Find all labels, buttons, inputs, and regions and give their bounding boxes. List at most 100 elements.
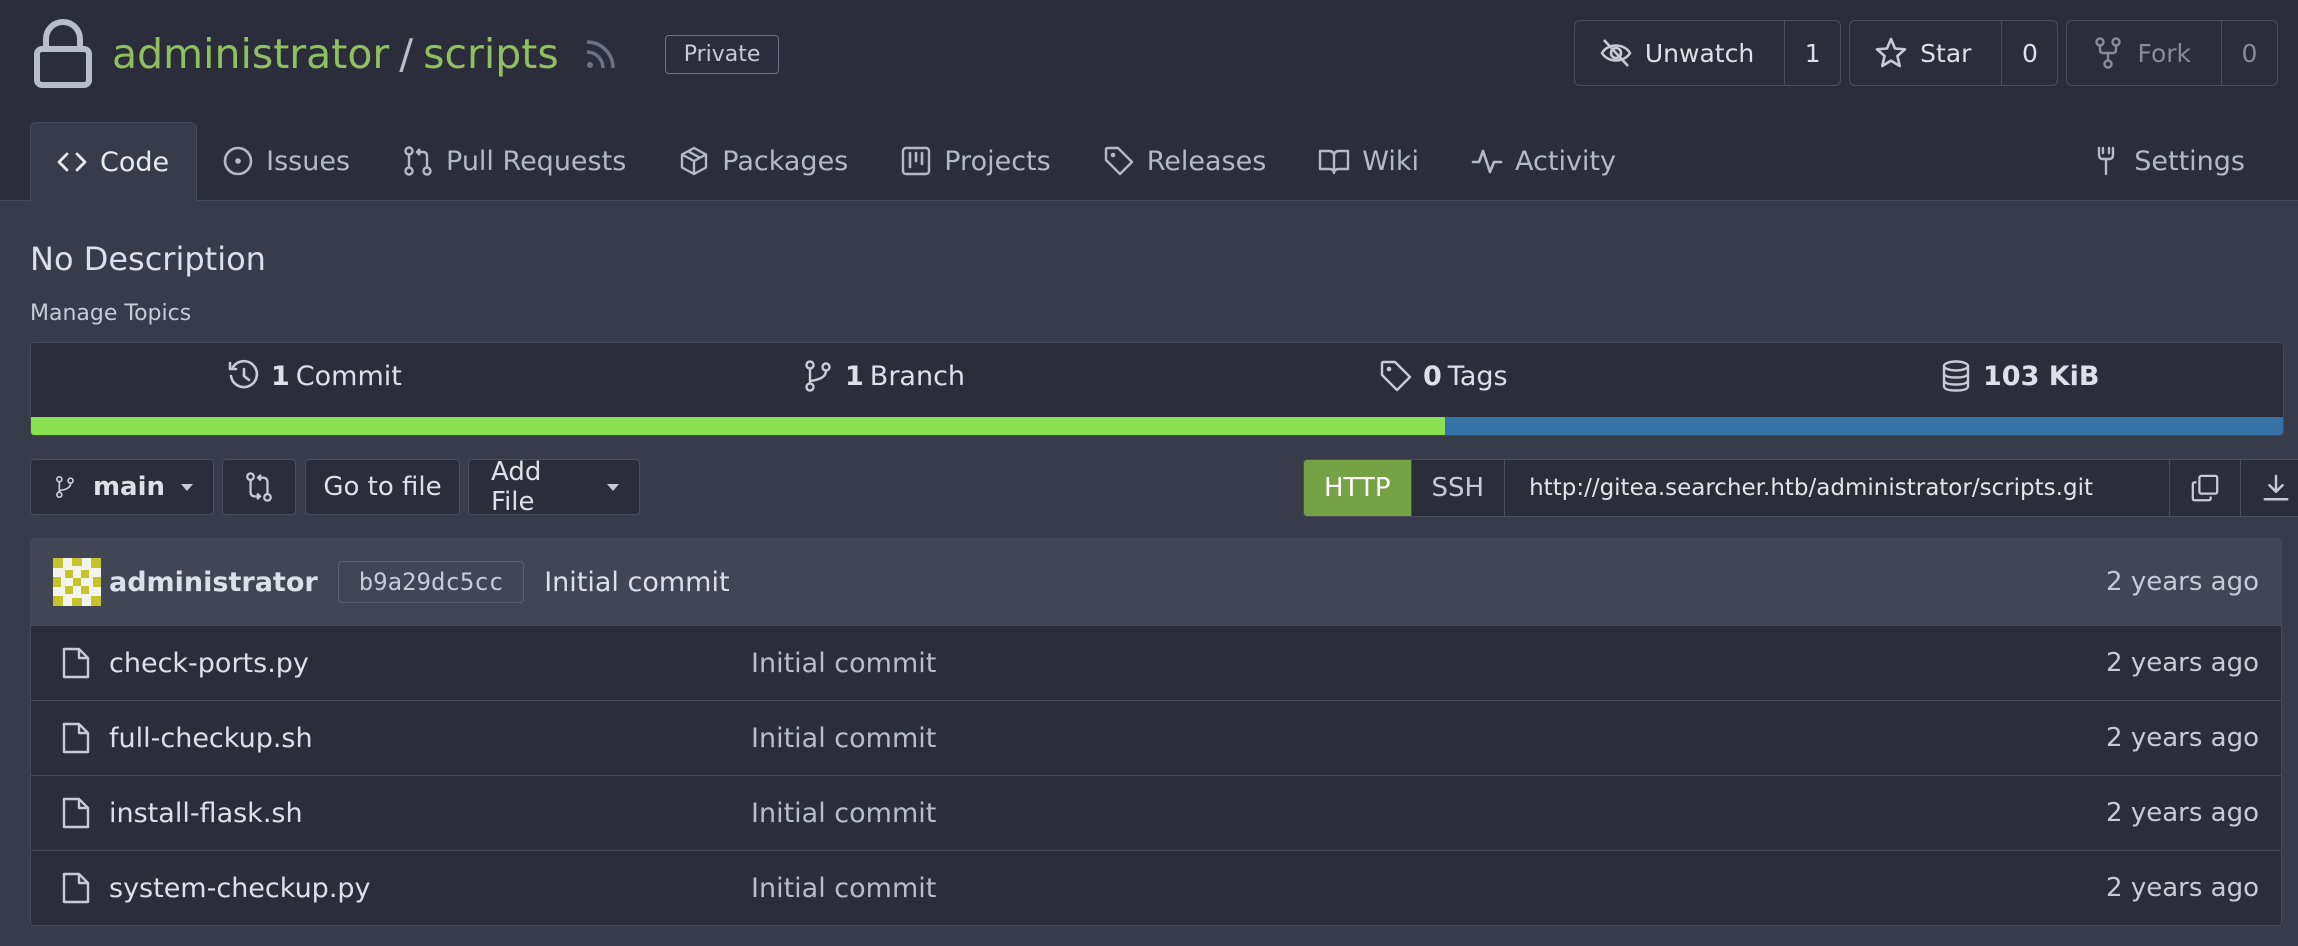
download-button[interactable] — [2240, 460, 2298, 516]
repo-name-link[interactable]: scripts — [423, 30, 559, 78]
code-icon — [57, 152, 87, 172]
file-icon — [62, 797, 90, 829]
add-file-button[interactable]: Add File — [468, 457, 640, 517]
tab-packages[interactable]: Packages — [653, 122, 875, 200]
table-row: check-ports.py Initial commit 2 years ag… — [31, 625, 2281, 700]
branches-count: 1 — [845, 360, 864, 392]
lock-icon — [34, 19, 92, 88]
rss-icon[interactable] — [581, 34, 621, 74]
avatar[interactable] — [53, 558, 101, 606]
commit-sha-link[interactable]: b9a29dc5cc — [337, 561, 525, 603]
star-button[interactable]: Star — [1850, 21, 2003, 85]
manage-topics-link[interactable]: Manage Topics — [30, 301, 191, 326]
unwatch-button[interactable]: Unwatch — [1575, 21, 1786, 85]
branch-selector[interactable]: main — [30, 459, 214, 515]
fork-button[interactable]: Fork — [2067, 21, 2222, 85]
language-segment-shell — [31, 417, 1446, 435]
tags-count: 0 — [1423, 360, 1442, 392]
branch-icon — [56, 475, 74, 499]
file-age: 2 years ago — [2106, 648, 2259, 678]
file-name-link[interactable]: install-flask.sh — [109, 798, 303, 829]
file-icon — [62, 722, 90, 754]
tab-activity-label: Activity — [1515, 145, 1616, 177]
forks-count[interactable]: 0 — [2222, 21, 2277, 85]
repo-stats-bar: 1 Commit 1 Branch 0 Tags 103 KiB — [30, 342, 2284, 436]
file-age: 2 years ago — [2106, 723, 2259, 753]
clone-panel: HTTP SSH http://gitea.searcher.htb/admin… — [1303, 459, 2298, 517]
repo-owner-link[interactable]: administrator — [112, 30, 389, 78]
file-icon — [62, 872, 90, 904]
watch-button-group: Unwatch 1 — [1573, 20, 1842, 86]
star-label: Star — [1920, 38, 1972, 68]
tab-wiki[interactable]: Wiki — [1293, 122, 1446, 200]
fork-label: Fork — [2137, 38, 2191, 68]
project-icon — [902, 146, 931, 176]
tab-projects[interactable]: Projects — [875, 122, 1077, 200]
tab-code-label: Code — [100, 146, 170, 178]
chevron-down-icon — [181, 483, 193, 491]
branches-stat[interactable]: 1 Branch — [801, 359, 965, 393]
copy-url-button[interactable] — [2170, 460, 2241, 516]
latest-commit-row: administrator b9a29dc5cc Initial commit … — [31, 539, 2281, 625]
clone-url-input[interactable]: http://gitea.searcher.htb/administrator/… — [1505, 460, 2171, 516]
repo-size: 103 KiB — [1983, 360, 2100, 392]
stars-count[interactable]: 0 — [2002, 21, 2057, 85]
title-separator: / — [399, 30, 414, 78]
star-button-group: Star 0 — [1849, 20, 2059, 86]
copy-icon — [2191, 474, 2219, 502]
file-name-link[interactable]: full-checkup.sh — [109, 723, 313, 754]
branches-label: Branch — [869, 360, 966, 392]
tab-settings[interactable]: Settings — [2065, 122, 2272, 200]
file-commit-link[interactable]: Initial commit — [751, 648, 936, 679]
table-row: system-checkup.py Initial commit 2 years… — [31, 850, 2281, 925]
commit-author-link[interactable]: administrator — [109, 567, 318, 598]
tags-stat[interactable]: 0 Tags — [1379, 359, 1508, 393]
file-commit-link[interactable]: Initial commit — [751, 723, 936, 754]
file-table: administrator b9a29dc5cc Initial commit … — [30, 538, 2282, 926]
tab-activity[interactable]: Activity — [1446, 122, 1643, 200]
fork-button-group: Fork 0 — [2066, 20, 2278, 86]
language-bar[interactable] — [31, 417, 2283, 435]
latest-commit-message[interactable]: Initial commit — [544, 567, 729, 598]
file-age: 2 years ago — [2106, 873, 2259, 903]
tag-icon — [1104, 146, 1133, 176]
branch-name: main — [92, 472, 165, 502]
commits-stat[interactable]: 1 Commit — [227, 359, 402, 393]
file-name-link[interactable]: system-checkup.py — [109, 873, 371, 904]
download-icon — [2263, 474, 2289, 501]
commits-count: 1 — [271, 360, 290, 392]
compare-button[interactable] — [222, 459, 296, 515]
compare-icon — [246, 472, 272, 502]
issue-icon — [223, 146, 253, 176]
tab-wiki-label: Wiki — [1362, 145, 1420, 177]
table-row: full-checkup.sh Initial commit 2 years a… — [31, 700, 2281, 775]
repo-title: administrator / scripts Private — [32, 18, 780, 90]
repo-description: No Description — [30, 240, 266, 278]
tab-code[interactable]: Code — [30, 122, 198, 201]
file-name-link[interactable]: check-ports.py — [109, 648, 309, 679]
history-icon — [228, 359, 259, 389]
chevron-down-icon — [607, 483, 619, 491]
watchers-count[interactable]: 1 — [1785, 21, 1840, 85]
tags-label: Tags — [1447, 360, 1508, 392]
size-stat: 103 KiB — [1939, 359, 2100, 393]
table-row: install-flask.sh Initial commit 2 years … — [31, 775, 2281, 850]
clone-ssh-button[interactable]: SSH — [1411, 460, 1506, 516]
pulse-icon — [1471, 149, 1503, 174]
file-commit-link[interactable]: Initial commit — [751, 873, 936, 904]
go-to-file-button[interactable]: Go to file — [305, 459, 460, 515]
tab-issues-label: Issues — [266, 145, 351, 177]
tab-releases[interactable]: Releases — [1078, 122, 1294, 200]
tab-issues[interactable]: Issues — [197, 122, 377, 200]
commits-label: Commit — [295, 360, 402, 392]
private-badge: Private — [664, 34, 780, 74]
add-file-label: Add File — [491, 457, 542, 517]
pull-request-icon — [404, 146, 432, 176]
package-icon — [681, 146, 708, 176]
clone-http-button[interactable]: HTTP — [1304, 460, 1412, 516]
tab-settings-label: Settings — [2134, 145, 2245, 177]
book-icon — [1319, 149, 1350, 175]
tab-pull-requests[interactable]: Pull Requests — [377, 122, 653, 200]
branch-icon — [805, 360, 831, 392]
file-commit-link[interactable]: Initial commit — [751, 798, 936, 829]
